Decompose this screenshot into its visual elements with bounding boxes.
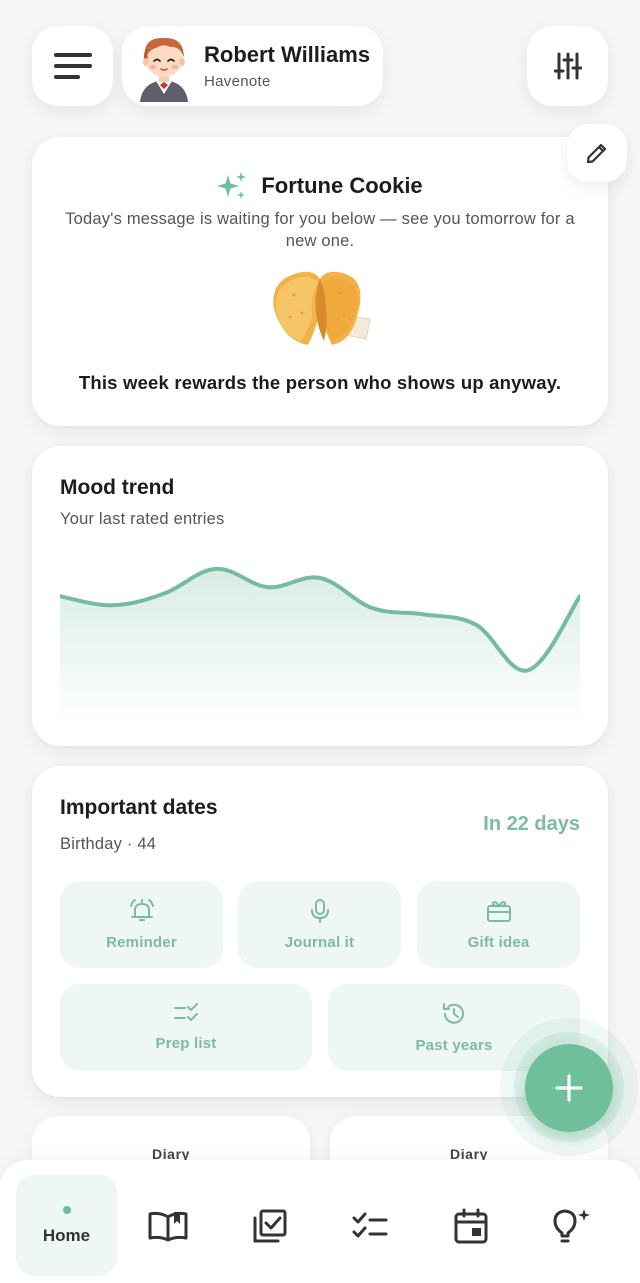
alarm-icon	[129, 899, 154, 921]
menu-icon	[53, 53, 92, 79]
nav-home[interactable]: Home	[16, 1175, 117, 1276]
journal-it-button[interactable]: Journal it	[238, 881, 401, 968]
add-entry-button[interactable]	[525, 1044, 613, 1132]
avatar	[140, 37, 188, 102]
nav-calendar[interactable]	[421, 1176, 521, 1276]
plus-icon	[555, 1074, 583, 1102]
fortune-header: Fortune Cookie	[32, 171, 608, 201]
tune-icon	[553, 52, 582, 80]
user-name: Robert Williams	[204, 42, 371, 67]
checkbox-stack-icon	[253, 1209, 287, 1243]
reminder-label: Reminder	[106, 934, 177, 951]
idea-bulb-icon	[553, 1209, 590, 1243]
active-indicator-dot	[62, 1205, 71, 1214]
menu-button[interactable]	[32, 26, 113, 106]
mic-icon	[310, 899, 329, 923]
mood-title: Mood trend	[60, 476, 175, 499]
app-name: Havenote	[204, 73, 271, 90]
nav-ideas[interactable]	[522, 1176, 622, 1276]
prep-list-label: Prep list	[155, 1035, 217, 1052]
bottom-navigation: Home	[0, 1160, 640, 1283]
past-years-label: Past years	[415, 1037, 493, 1054]
mood-chart	[60, 566, 580, 716]
nav-checklist[interactable]	[320, 1176, 420, 1276]
journal-it-label: Journal it	[284, 934, 355, 951]
checklist-icon	[174, 1003, 198, 1021]
mood-trend-card: Mood trend Your last rated entries	[32, 446, 608, 746]
reminder-button[interactable]: Reminder	[60, 881, 223, 968]
pencil-icon	[586, 143, 607, 164]
mood-subtitle: Your last rated entries	[60, 510, 225, 528]
filter-settings-button[interactable]	[527, 26, 608, 106]
profile-chip[interactable]: Robert Williams Havenote	[122, 26, 383, 106]
fortune-message: This week rewards the person who shows u…	[78, 372, 562, 393]
important-dates-subtitle: Birthday · 44	[60, 835, 157, 853]
sparkles-icon	[217, 172, 247, 199]
fortune-description: Today's message is waiting for you below…	[65, 210, 575, 250]
gift-icon	[486, 901, 511, 922]
calendar-icon	[454, 1208, 488, 1244]
nav-home-label: Home	[42, 1225, 91, 1245]
history-icon	[443, 1003, 464, 1024]
journal-book-icon	[148, 1211, 188, 1242]
edit-button[interactable]	[567, 124, 627, 182]
mood-area-fill	[60, 568, 580, 716]
fortune-cookie-icon[interactable]	[266, 265, 376, 349]
nav-tasks[interactable]	[220, 1176, 320, 1276]
gift-idea-label: Gift idea	[467, 934, 530, 951]
gift-idea-button[interactable]: Gift idea	[417, 881, 580, 968]
countdown-label: In 22 days	[483, 813, 580, 835]
checklist-icon	[352, 1212, 388, 1238]
prep-list-button[interactable]: Prep list	[60, 984, 312, 1071]
fortune-card: Fortune Cookie Today's message is waitin…	[32, 137, 608, 426]
nav-journal[interactable]	[118, 1176, 218, 1276]
fortune-title: Fortune Cookie	[261, 173, 423, 198]
important-dates-title: Important dates	[60, 796, 218, 819]
